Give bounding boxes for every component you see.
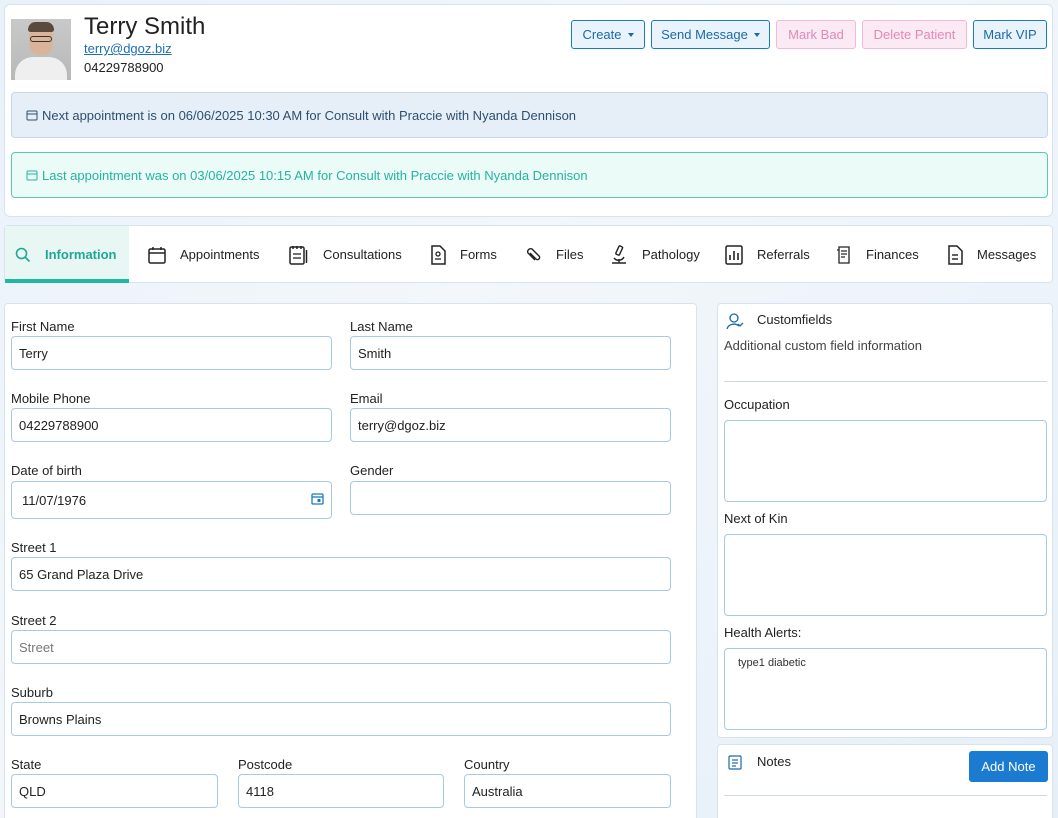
country-field[interactable]: Australia [464,774,671,808]
dob-value: 11/07/1976 [22,492,87,508]
tab-finances[interactable]: Finances [836,226,919,283]
street2-label: Street 2 [11,613,57,628]
calendar-icon[interactable] [311,492,324,508]
postcode-label: Postcode [238,757,293,772]
tab-label: Appointments [180,247,260,262]
occupation-label: Occupation [724,397,790,412]
suburb-label: Suburb [11,685,53,700]
tab-information[interactable]: Information [5,226,129,283]
gender-label: Gender [350,463,394,478]
calendar-icon [26,110,38,121]
street2-field[interactable]: Street [11,630,671,664]
customfields-title: Customfields [757,312,833,327]
search-icon [15,247,31,263]
tab-label: Messages [977,247,1037,262]
state-label: State [11,757,42,772]
patient-header: Terry Smith terry@dgoz.biz 04229788900 C… [4,4,1053,217]
paperclip-icon [526,247,542,263]
tab-messages[interactable]: Messages [947,226,1036,283]
avatar [11,19,71,80]
country-label: Country [464,757,510,772]
patient-email-link[interactable]: terry@dgoz.biz [84,41,172,56]
tab-label: Files [556,247,584,262]
last-name-label: Last Name [350,319,413,334]
next-appointment-text: Next appointment is on 06/06/2025 10:30 … [42,107,577,123]
send-message-button[interactable]: Send Message [651,20,770,49]
last-appointment-text: Last appointment was on 03/06/2025 10:15… [42,167,588,183]
tab-appointments[interactable]: Appointments [148,226,260,283]
chevron-down-icon [753,32,760,37]
tab-label: Referrals [757,247,810,262]
email-label: Email [350,391,383,406]
notes-title: Notes [757,754,791,769]
health-alerts-field[interactable]: type1 diabetic [724,648,1047,730]
create-button[interactable]: Create [571,20,645,49]
health-alerts-label: Health Alerts: [724,625,802,640]
user-icon [726,312,744,335]
patient-phone: 04229788900 [84,60,164,75]
tab-forms[interactable]: Forms [430,226,497,283]
mark-vip-button[interactable]: Mark VIP [973,20,1047,49]
tab-label: Forms [460,247,497,262]
postcode-field[interactable]: 4118 [238,774,444,808]
form-icon [430,244,446,265]
next-appointment-alert: Next appointment is on 06/06/2025 10:30 … [11,92,1048,138]
first-name-field[interactable]: Terry [11,336,332,370]
create-button-label: Create [582,27,622,42]
send-message-label: Send Message [661,27,748,42]
calendar-icon [26,170,38,181]
microscope-icon [610,244,628,265]
tab-files[interactable]: Files [526,226,583,283]
calendar-icon [148,246,166,264]
mobile-phone-label: Mobile Phone [11,391,91,406]
tab-label: Finances [866,247,919,262]
customfields-panel: Customfields Additional custom field inf… [717,303,1053,738]
occupation-field[interactable] [724,420,1047,502]
patient-name: Terry Smith [84,13,206,40]
first-name-label: First Name [11,319,75,334]
clipboard-icon [289,245,309,265]
notes-panel: Notes Add Note [717,744,1053,818]
tab-label: Information [45,247,117,262]
divider [724,795,1047,796]
dob-field[interactable]: 11/07/1976 [11,481,332,519]
dob-label: Date of birth [11,463,82,478]
tab-consultations[interactable]: Consultations [289,226,402,283]
state-field[interactable]: QLD [11,774,218,808]
last-appointment-alert: Last appointment was on 03/06/2025 10:15… [11,152,1048,198]
email-field[interactable]: terry@dgoz.biz [350,408,671,442]
delete-patient-button[interactable]: Delete Patient [862,20,967,49]
receipt-icon [836,245,852,264]
tab-label: Consultations [323,247,402,262]
tab-label: Pathology [642,247,700,262]
message-icon [947,244,963,265]
tab-referrals[interactable]: Referrals [725,226,810,283]
tab-pathology[interactable]: Pathology [610,226,700,283]
tab-bar: Information Appointments Consultations F… [4,225,1053,283]
patient-info-form: First Name Terry Last Name Smith Mobile … [4,303,697,818]
divider [724,381,1047,382]
mark-bad-button[interactable]: Mark Bad [776,20,856,49]
street1-field[interactable]: 65 Grand Plaza Drive [11,557,671,591]
next-of-kin-field[interactable] [724,534,1047,616]
notes-icon [728,754,742,775]
street1-label: Street 1 [11,540,57,555]
suburb-field[interactable]: Browns Plains [11,702,671,736]
next-of-kin-label: Next of Kin [724,511,788,526]
customfields-subtitle: Additional custom field information [724,338,922,353]
add-note-button[interactable]: Add Note [969,751,1048,782]
last-name-field[interactable]: Smith [350,336,671,370]
chevron-down-icon [627,32,634,37]
gender-field[interactable] [350,481,671,515]
referral-icon [725,244,743,265]
mobile-phone-field[interactable]: 04229788900 [11,408,332,442]
